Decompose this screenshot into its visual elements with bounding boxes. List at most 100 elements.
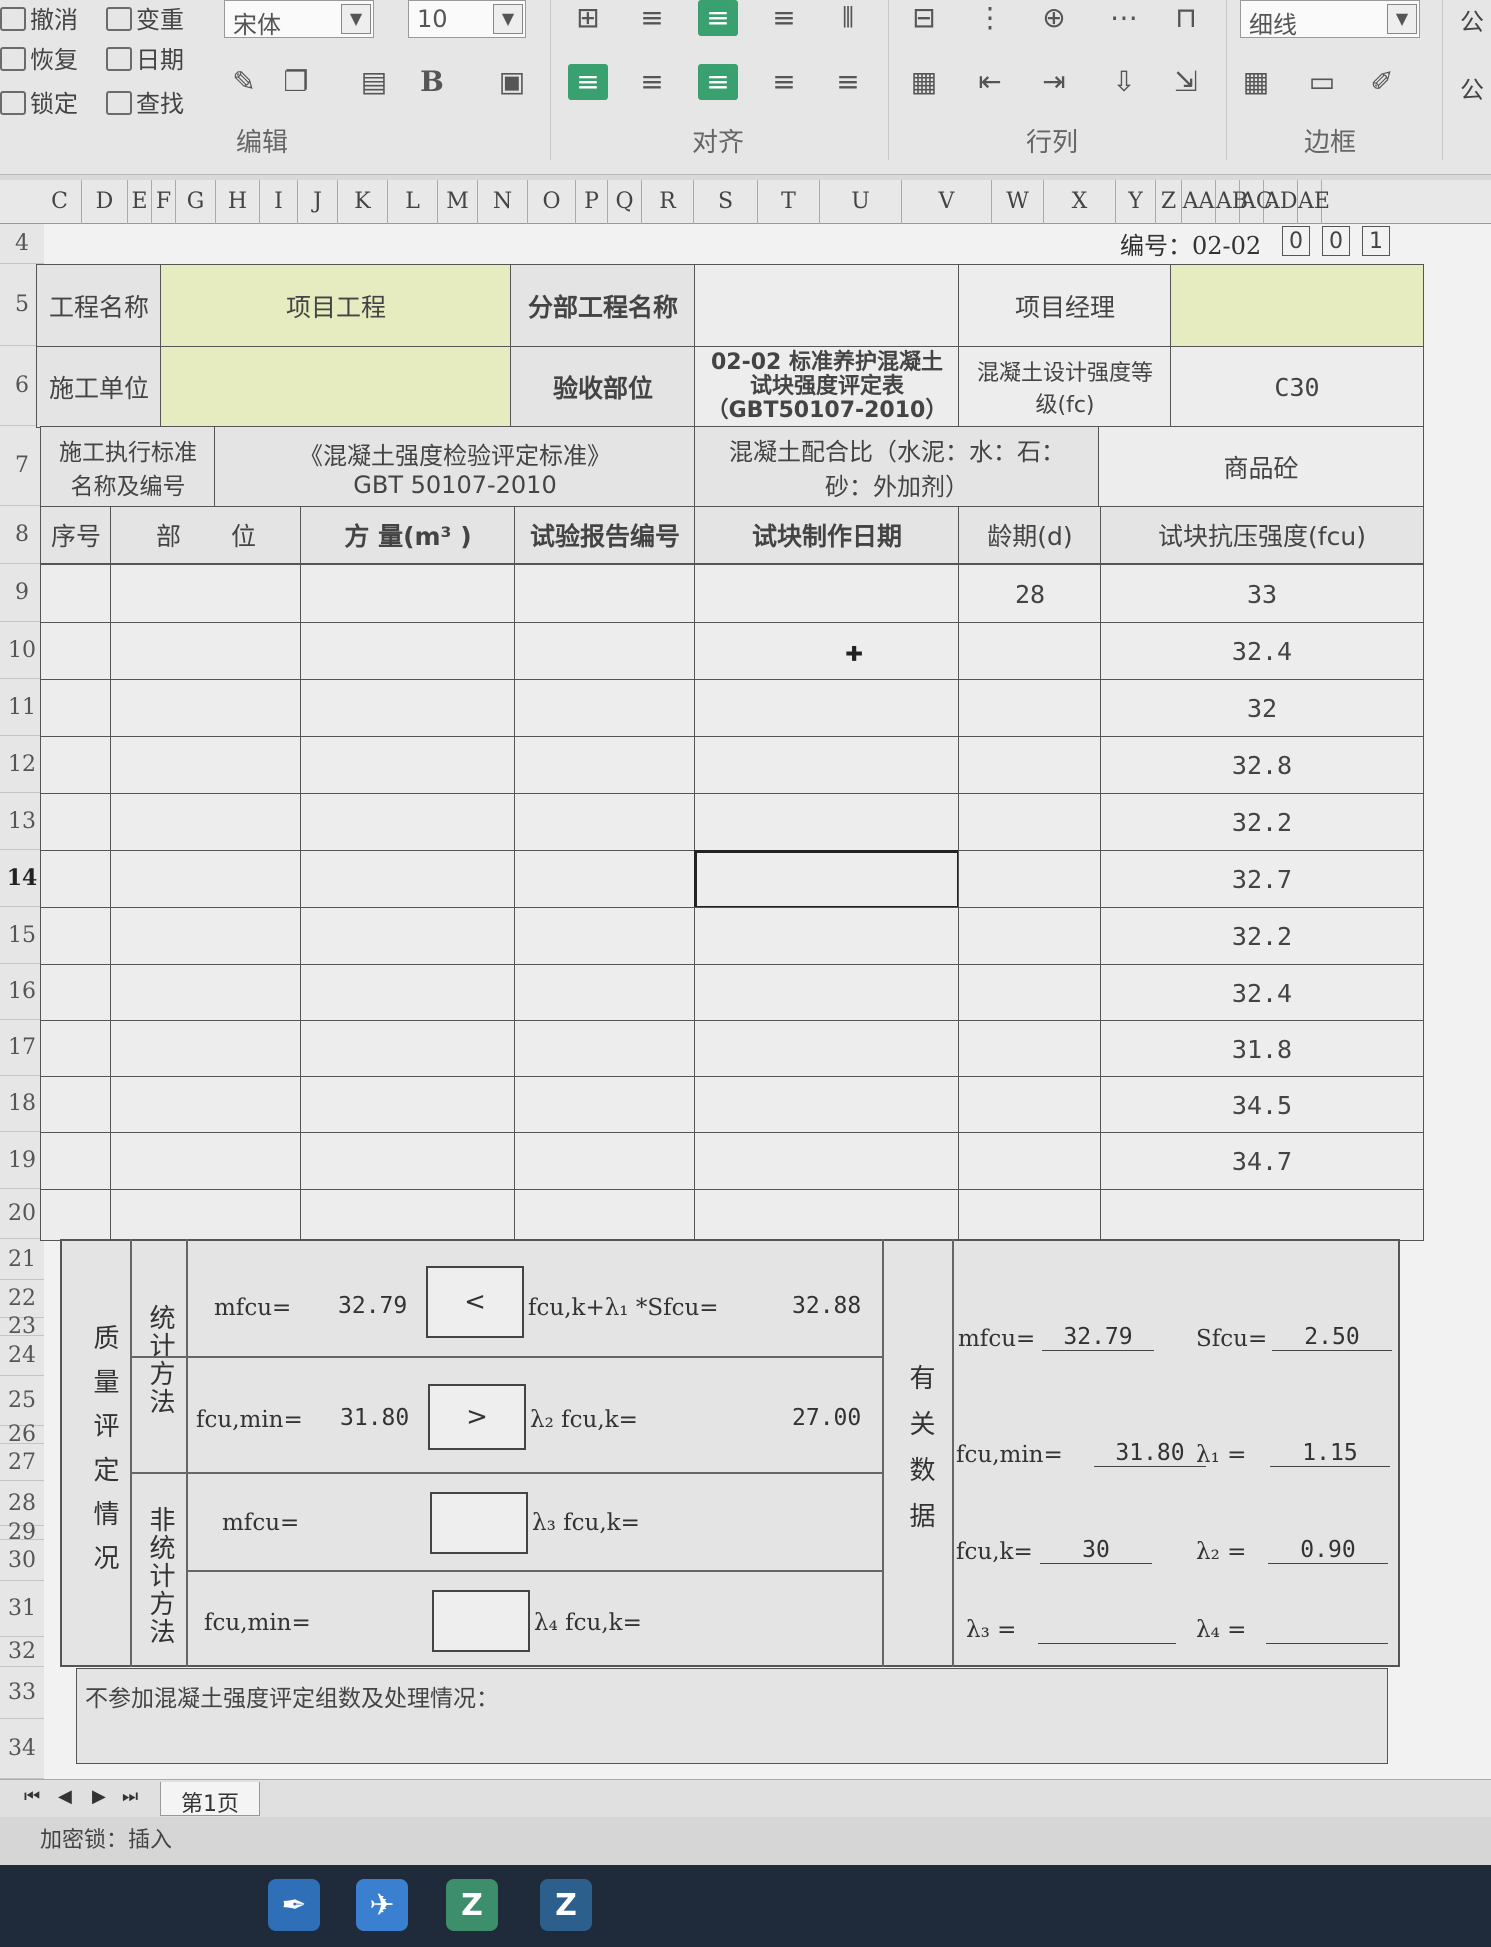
report-cell[interactable] <box>514 1189 696 1241</box>
sub-project-value[interactable] <box>694 264 960 348</box>
volume-cell[interactable] <box>300 564 516 624</box>
part-cell[interactable] <box>110 736 302 795</box>
age-cell[interactable] <box>958 1020 1102 1078</box>
row-header-cell[interactable]: 12 <box>0 736 44 793</box>
date-button[interactable]: 日期 <box>106 40 184 75</box>
font-size-select[interactable]: 10 ▼ <box>408 0 526 38</box>
merge-icon[interactable]: ⊓ <box>1166 0 1206 36</box>
row-header-cell[interactable]: 30 <box>0 1540 44 1581</box>
date-cell[interactable] <box>694 736 960 795</box>
column-header-cell[interactable]: G <box>176 180 216 224</box>
row-header-cell[interactable]: 15 <box>0 907 44 964</box>
column-header-cell[interactable]: E <box>128 180 152 224</box>
age-cell[interactable] <box>958 679 1102 738</box>
format-painter-icon[interactable]: ✎ <box>224 64 264 100</box>
row-header-cell[interactable]: 7 <box>0 426 44 506</box>
age-cell[interactable] <box>958 793 1102 852</box>
column-header-cell[interactable]: U <box>820 180 902 224</box>
seq-cell[interactable] <box>40 679 112 738</box>
compare-box-4[interactable] <box>432 1590 530 1652</box>
strength-cell[interactable]: 33 <box>1100 564 1424 624</box>
rd-mfcu-value[interactable]: 32.79 <box>1042 1324 1154 1351</box>
insert-col-icon[interactable]: ⋮ <box>970 0 1010 36</box>
strength-cell[interactable]: 32.4 <box>1100 622 1424 681</box>
volume-cell[interactable] <box>300 1020 516 1078</box>
row-header-cell[interactable]: 32 <box>0 1637 44 1667</box>
rd-lambda3-value[interactable] <box>1038 1616 1176 1644</box>
formula-group[interactable]: 公 <box>1460 2 1484 37</box>
paste-icon[interactable]: ▤ <box>354 64 394 100</box>
strength-cell[interactable] <box>1100 1189 1424 1241</box>
row-header-cell[interactable]: 20 <box>0 1189 44 1239</box>
date-cell[interactable] <box>694 679 960 738</box>
volume-cell[interactable] <box>300 793 516 852</box>
align-top-center-icon[interactable]: ≡ <box>632 0 672 36</box>
column-header-cell[interactable]: H <box>216 180 260 224</box>
row-header-cell[interactable]: 18 <box>0 1076 44 1132</box>
row-header-cell[interactable]: 10 <box>0 622 44 679</box>
col-right-icon[interactable]: ⇥ <box>1034 64 1074 100</box>
part-cell[interactable] <box>110 964 302 1022</box>
column-header-cell[interactable]: L <box>388 180 438 224</box>
report-cell[interactable] <box>514 564 696 624</box>
frame-icon[interactable]: ▣ <box>492 64 532 100</box>
strength-cell[interactable]: 32 <box>1100 679 1424 738</box>
lock-button[interactable]: 锁定 <box>0 84 78 119</box>
date-cell[interactable] <box>694 793 960 852</box>
row-header-cell[interactable]: 33 <box>0 1667 44 1719</box>
rd-lambda4-value[interactable] <box>1266 1616 1388 1644</box>
strength-cell[interactable]: 34.7 <box>1100 1132 1424 1191</box>
strength-cell[interactable]: 32.8 <box>1100 736 1424 795</box>
column-header-cell[interactable]: I <box>260 180 298 224</box>
row-header-cell[interactable]: 11 <box>0 679 44 736</box>
seq-cell[interactable] <box>40 1189 112 1241</box>
seq-cell[interactable] <box>40 564 112 624</box>
seq-cell[interactable] <box>40 964 112 1022</box>
seq-cell[interactable] <box>40 793 112 852</box>
last-sheet-icon[interactable]: ⏭ <box>122 1786 138 1807</box>
age-cell[interactable] <box>958 1189 1102 1241</box>
report-cell[interactable] <box>514 793 696 852</box>
rd-lambda1-value[interactable]: 1.15 <box>1270 1440 1390 1467</box>
age-cell[interactable] <box>958 907 1102 966</box>
zip-icon[interactable]: Z <box>446 1879 498 1931</box>
seq-cell[interactable] <box>40 1132 112 1191</box>
row-header-cell[interactable]: 17 <box>0 1020 44 1076</box>
row-down-icon[interactable]: ⇩ <box>1104 64 1144 100</box>
column-header-cell[interactable]: P <box>576 180 608 224</box>
age-cell[interactable] <box>958 1076 1102 1134</box>
part-cell[interactable] <box>110 679 302 738</box>
date-cell[interactable] <box>694 907 960 966</box>
find-button[interactable]: 查找 <box>106 84 184 119</box>
compare-box-3[interactable] <box>430 1492 528 1554</box>
column-header-cell[interactable]: V <box>902 180 992 224</box>
mix-value[interactable]: 商品砼 <box>1098 426 1424 508</box>
seq-cell[interactable] <box>40 622 112 681</box>
align-justify-top-icon[interactable]: ⦀ <box>828 0 868 36</box>
seq-cell[interactable] <box>40 1076 112 1134</box>
rd-lambda2-value[interactable]: 0.90 <box>1268 1537 1388 1564</box>
column-header-cell[interactable]: AA <box>1182 180 1216 224</box>
part-cell[interactable] <box>110 907 302 966</box>
prev-sheet-icon[interactable]: ◀ <box>58 1786 72 1807</box>
row-header-cell[interactable]: 9 <box>0 564 44 622</box>
bold-icon[interactable]: B <box>412 64 452 100</box>
volume-cell[interactable] <box>300 622 516 681</box>
row-header-cell[interactable]: 27 <box>0 1444 44 1481</box>
redo-button[interactable]: 恢复 <box>0 40 78 75</box>
compare-box-2[interactable]: > <box>428 1384 526 1450</box>
worksheet[interactable]: 4 5 6 7 8 9 10 11 12 13 14 15 16 17 18 19 20 21 22 23 24 25 26… <box>0 224 1491 1779</box>
rd-fcuk-value[interactable]: 30 <box>1040 1537 1152 1564</box>
strength-cell[interactable]: 32.2 <box>1100 793 1424 852</box>
justify-icon[interactable]: ≡ <box>828 64 868 100</box>
date-cell[interactable] <box>694 1132 960 1191</box>
column-header-cell[interactable]: D <box>82 180 128 224</box>
feather-icon[interactable]: ✒ <box>268 1879 320 1931</box>
seq-cell[interactable] <box>40 907 112 966</box>
report-cell[interactable] <box>514 850 696 909</box>
report-cell[interactable] <box>514 679 696 738</box>
part-cell[interactable] <box>110 1020 302 1078</box>
delete-row-icon[interactable]: ⊕ <box>1034 0 1074 36</box>
row-header-cell[interactable]: 29 <box>0 1522 44 1544</box>
column-header-cell[interactable]: F <box>152 180 176 224</box>
